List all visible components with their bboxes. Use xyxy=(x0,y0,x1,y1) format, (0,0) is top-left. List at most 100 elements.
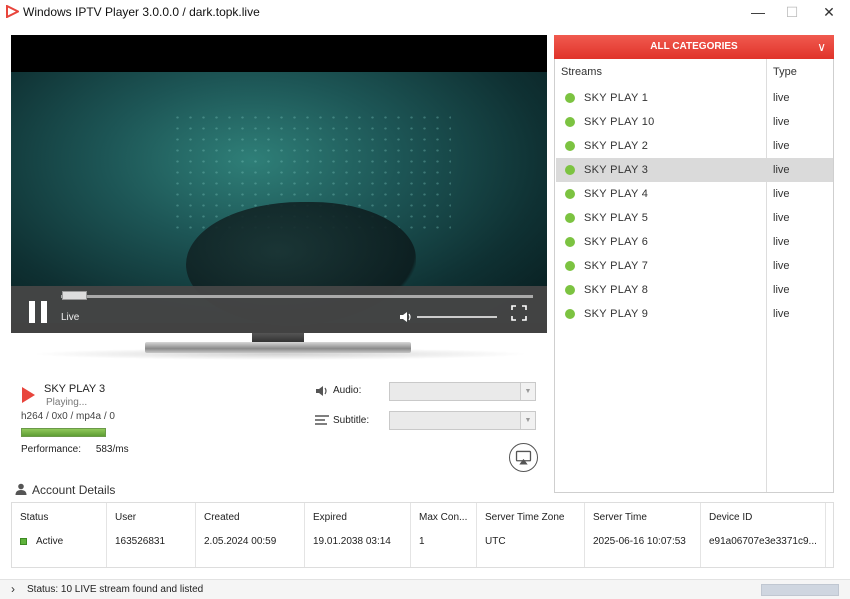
status-dot-icon xyxy=(565,93,575,103)
stream-row[interactable]: SKY PLAY 10 live xyxy=(556,110,833,134)
player-controls: Live xyxy=(11,286,547,333)
stream-row[interactable]: SKY PLAY 4 live xyxy=(556,182,833,206)
status-dot-icon xyxy=(565,141,575,151)
performance-value: 583/ms xyxy=(95,444,129,455)
play-icon xyxy=(22,387,35,403)
account-col-status: Status Active xyxy=(12,503,107,567)
stream-type: live xyxy=(773,260,790,272)
now-playing-state: Playing... xyxy=(46,397,88,408)
stream-type: live xyxy=(773,140,790,152)
account-header: Created xyxy=(204,512,240,523)
close-icon[interactable]: ✕ xyxy=(817,2,841,22)
account-col-server-time: Server Time 2025-06-16 10:07:53 xyxy=(585,503,701,567)
maximize-icon[interactable]: ☐ xyxy=(780,2,804,22)
categories-header-label: ALL CATEGORIES xyxy=(650,41,738,52)
stream-type: live xyxy=(773,188,790,200)
stream-name: SKY PLAY 7 xyxy=(584,260,649,272)
account-status: Active xyxy=(20,536,63,547)
status-dot-icon xyxy=(565,189,575,199)
account-col-expired: Expired 19.01.2038 03:14 xyxy=(305,503,411,567)
subtitle-select[interactable]: ▼ xyxy=(389,411,536,430)
volume-icon[interactable] xyxy=(399,310,413,324)
volume-slider[interactable] xyxy=(417,316,497,318)
account-col-timezone: Server Time Zone UTC xyxy=(477,503,585,567)
cast-icon[interactable] xyxy=(509,443,538,472)
account-header: Max Con... xyxy=(419,512,468,523)
account-col-max-connections: Max Con... 1 xyxy=(411,503,477,567)
account-header: Device ID xyxy=(709,512,753,523)
account-value: 163526831 xyxy=(115,536,166,547)
stream-row[interactable]: SKY PLAY 7 live xyxy=(556,254,833,278)
stream-row[interactable]: SKY PLAY 9 live xyxy=(556,302,833,326)
stream-name: SKY PLAY 1 xyxy=(584,92,649,104)
column-streams[interactable]: Streams xyxy=(561,66,602,78)
account-col-device-id: Device ID e91a06707e3e3371c9... xyxy=(701,503,826,567)
live-label: Live xyxy=(61,312,80,323)
stream-name: SKY PLAY 2 xyxy=(584,140,649,152)
stream-list: Streams Type SKY PLAY 1 live SKY PLAY 10 li… xyxy=(554,59,834,493)
status-progress-bar xyxy=(761,584,839,596)
status-dot-icon xyxy=(20,538,27,545)
chevron-down-icon[interactable]: ∨ xyxy=(817,35,826,59)
stream-name: SKY PLAY 5 xyxy=(584,212,649,224)
chevron-down-icon[interactable]: ▼ xyxy=(520,383,535,400)
audio-select[interactable]: ▼ xyxy=(389,382,536,401)
account-details-title: Account Details xyxy=(32,483,116,497)
pause-icon[interactable] xyxy=(28,301,48,323)
app-icon xyxy=(6,5,19,18)
status-bar: › Status: 10 LIVE stream found and liste… xyxy=(0,579,850,599)
title-bar: Windows IPTV Player 3.0.0.0 / dark.topk.… xyxy=(0,0,850,24)
video-player[interactable]: Live xyxy=(11,35,547,333)
stream-type: live xyxy=(773,212,790,224)
user-icon xyxy=(15,483,27,495)
status-dot-icon xyxy=(565,117,575,127)
performance: Performance: 583/ms xyxy=(21,444,129,455)
account-header: Status xyxy=(20,512,49,523)
stream-type: live xyxy=(773,116,790,128)
status-dot-icon xyxy=(565,165,575,175)
stream-name: SKY PLAY 8 xyxy=(584,284,649,296)
stream-row[interactable]: SKY PLAY 8 live xyxy=(556,278,833,302)
stream-type: live xyxy=(773,236,790,248)
status-dot-icon xyxy=(565,213,575,223)
status-dot-icon xyxy=(565,309,575,319)
seek-bar[interactable] xyxy=(61,295,533,298)
audio-label: Audio: xyxy=(333,385,362,396)
subtitle-label: Subtitle: xyxy=(333,415,370,426)
chevron-right-icon[interactable]: › xyxy=(11,582,15,596)
account-header: Server Time xyxy=(593,512,647,523)
account-header: Server Time Zone xyxy=(485,512,565,523)
stream-type: live xyxy=(773,92,790,104)
status-text: Status: 10 LIVE stream found and listed xyxy=(27,584,204,595)
minimize-icon[interactable]: — xyxy=(746,2,770,22)
tv-stand-neck xyxy=(252,333,304,342)
account-col-created: Created 2.05.2024 00:59 xyxy=(196,503,305,567)
stream-row[interactable]: SKY PLAY 1 live xyxy=(556,86,833,110)
account-col-user: User 163526831 xyxy=(107,503,196,567)
stream-row[interactable]: SKY PLAY 3 live xyxy=(556,158,833,182)
stream-name: SKY PLAY 9 xyxy=(584,308,649,320)
now-playing-title: SKY PLAY 3 xyxy=(44,383,106,395)
performance-label: Performance: xyxy=(21,444,82,455)
account-status-value: Active xyxy=(36,536,64,547)
stream-list-header: Streams Type xyxy=(555,59,833,85)
fullscreen-icon[interactable] xyxy=(511,305,527,321)
account-value: 1 xyxy=(419,536,425,547)
stream-type: live xyxy=(773,164,790,176)
account-value: e91a06707e3e3371c9... xyxy=(709,536,817,547)
account-value: 19.01.2038 03:14 xyxy=(313,536,391,547)
account-value: UTC xyxy=(485,536,506,547)
stream-row[interactable]: SKY PLAY 2 live xyxy=(556,134,833,158)
codec-info: h264 / 0x0 / mp4a / 0 xyxy=(21,411,115,422)
account-header: Expired xyxy=(313,512,347,523)
column-type[interactable]: Type xyxy=(773,66,797,78)
stream-row[interactable]: SKY PLAY 6 live xyxy=(556,230,833,254)
chevron-down-icon[interactable]: ▼ xyxy=(520,412,535,429)
status-dot-icon xyxy=(565,261,575,271)
stream-name: SKY PLAY 4 xyxy=(584,188,649,200)
stream-row[interactable]: SKY PLAY 5 live xyxy=(556,206,833,230)
account-value: 2025-06-16 10:07:53 xyxy=(593,536,686,547)
seek-handle[interactable] xyxy=(62,291,87,300)
audio-icon xyxy=(316,386,327,396)
all-categories-dropdown[interactable]: ALL CATEGORIES ∨ xyxy=(554,35,834,59)
